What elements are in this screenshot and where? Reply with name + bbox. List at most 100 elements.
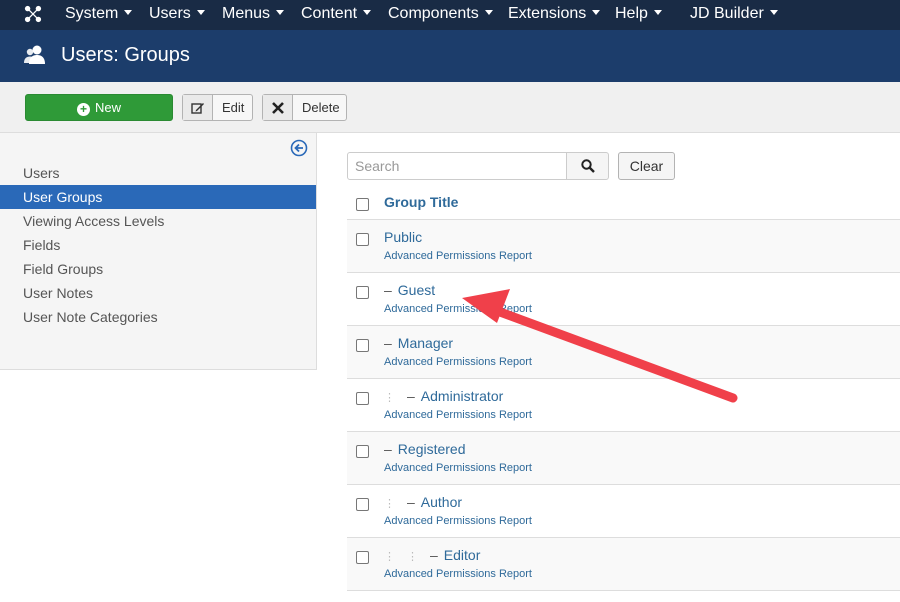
page-header: Users: Groups xyxy=(0,30,900,82)
page-title: Users: Groups xyxy=(61,44,190,66)
row-title: ⋮ – Administrator xyxy=(384,388,503,404)
menu-menus[interactable]: Menus xyxy=(222,0,285,30)
row-checkbox[interactable] xyxy=(356,551,369,564)
search-button[interactable] xyxy=(566,152,609,180)
caret-down-icon xyxy=(653,10,662,16)
caret-down-icon xyxy=(363,10,372,16)
new-button[interactable]: + New xyxy=(25,94,173,121)
caret-down-icon xyxy=(276,10,285,16)
edit-button[interactable]: Edit xyxy=(182,94,253,121)
caret-down-icon xyxy=(592,10,601,16)
search-input[interactable] xyxy=(347,152,567,180)
edit-button-label: Edit xyxy=(222,100,245,115)
permissions-report-link[interactable]: Advanced Permissions Report xyxy=(384,303,532,315)
menu-content[interactable]: Content xyxy=(301,0,372,30)
edit-icon xyxy=(183,95,213,120)
row-checkbox[interactable] xyxy=(356,392,369,405)
row-title: ⋮ ⋮ – Editor xyxy=(384,547,480,563)
group-link[interactable]: Guest xyxy=(398,282,435,298)
menu-jd-builder[interactable]: JD Builder xyxy=(690,0,778,30)
menu-users-label: Users xyxy=(149,5,191,22)
table-row: ⋮ – Author Advanced Permissions Report xyxy=(347,485,900,538)
permissions-report-link[interactable]: Advanced Permissions Report xyxy=(384,515,532,527)
caret-down-icon xyxy=(769,10,778,16)
top-menu-bar: System Users Menus Content Components Ex… xyxy=(0,0,900,30)
permissions-report-link[interactable]: Advanced Permissions Report xyxy=(384,409,532,421)
tree-indent-dots: ⋮ xyxy=(384,498,395,510)
table-row: ⋮ – Administrator Advanced Permissions Rep… xyxy=(347,379,900,432)
delete-button-label: Delete xyxy=(302,100,340,115)
row-title: – Registered xyxy=(384,441,466,457)
group-link[interactable]: Author xyxy=(421,494,462,510)
sidebar-item-viewing-access-levels[interactable]: Viewing Access Levels xyxy=(0,209,316,233)
menu-content-label: Content xyxy=(301,5,358,22)
menu-menus-label: Menus xyxy=(222,5,271,22)
menu-jd-builder-label: JD Builder xyxy=(690,5,764,22)
group-link[interactable]: Manager xyxy=(398,335,453,351)
tree-dash: – xyxy=(384,335,392,351)
caret-down-icon xyxy=(124,10,133,16)
collapse-sidebar-icon[interactable] xyxy=(290,139,308,157)
users-icon xyxy=(24,45,45,64)
tree-indent-dots: ⋮ xyxy=(384,392,395,404)
group-link[interactable]: Administrator xyxy=(421,388,503,404)
menu-extensions-label: Extensions xyxy=(508,5,587,22)
row-checkbox[interactable] xyxy=(356,339,369,352)
table-row: ⋮ ⋮ – Editor Advanced Permissions Report xyxy=(347,538,900,591)
permissions-report-link[interactable]: Advanced Permissions Report xyxy=(384,250,532,262)
sidebar-item-user-note-categories[interactable]: User Note Categories xyxy=(0,305,316,329)
permissions-report-link[interactable]: Advanced Permissions Report xyxy=(384,462,532,474)
menu-help-label: Help xyxy=(615,5,648,22)
caret-down-icon xyxy=(196,10,205,16)
tree-dash: – xyxy=(407,494,415,510)
caret-down-icon xyxy=(484,10,493,16)
sidebar-item-user-notes[interactable]: User Notes xyxy=(0,281,316,305)
tree-dash: – xyxy=(384,282,392,298)
table-row: – Manager Advanced Permissions Report xyxy=(347,326,900,379)
group-link[interactable]: Registered xyxy=(398,441,466,457)
tree-dash: – xyxy=(430,547,438,563)
sidebar-item-fields[interactable]: Fields xyxy=(0,233,316,257)
menu-users[interactable]: Users xyxy=(149,0,205,30)
menu-extensions[interactable]: Extensions xyxy=(508,0,601,30)
column-header-group-title[interactable]: Group Title xyxy=(384,194,458,210)
menu-system-label: System xyxy=(65,5,119,22)
table-row: Public Advanced Permissions Report xyxy=(347,220,900,273)
tree-dash: – xyxy=(407,388,415,404)
close-icon xyxy=(263,95,293,120)
table-row: – Guest Advanced Permissions Report xyxy=(347,273,900,326)
toolbar: + New Edit Delete xyxy=(0,82,900,133)
joomla-logo-icon[interactable] xyxy=(24,5,42,23)
group-link[interactable]: Public xyxy=(384,229,422,245)
tree-dash: – xyxy=(384,441,392,457)
plus-circle-icon: + xyxy=(76,103,90,116)
row-title: Public xyxy=(384,229,422,245)
select-all-checkbox[interactable] xyxy=(356,198,369,211)
sidebar-item-user-groups[interactable]: User Groups xyxy=(0,185,316,209)
menu-components-label: Components xyxy=(388,5,479,22)
row-title: ⋮ – Author xyxy=(384,494,462,510)
permissions-report-link[interactable]: Advanced Permissions Report xyxy=(384,568,532,580)
row-checkbox[interactable] xyxy=(356,286,369,299)
delete-button[interactable]: Delete xyxy=(262,94,347,121)
sidebar-item-users[interactable]: Users xyxy=(0,161,316,185)
new-button-label: New xyxy=(94,100,121,115)
row-title: – Guest xyxy=(384,282,435,298)
menu-help[interactable]: Help xyxy=(615,0,662,30)
menu-system[interactable]: System xyxy=(65,0,133,30)
permissions-report-link[interactable]: Advanced Permissions Report xyxy=(384,356,532,368)
sidebar-item-field-groups[interactable]: Field Groups xyxy=(0,257,316,281)
table-header: Group Title xyxy=(347,186,900,220)
row-checkbox[interactable] xyxy=(356,445,369,458)
tree-indent-dots: ⋮ xyxy=(384,551,395,563)
search-icon xyxy=(580,159,595,173)
clear-button[interactable]: Clear xyxy=(618,152,675,180)
row-checkbox[interactable] xyxy=(356,233,369,246)
table-row: – Registered Advanced Permissions Report xyxy=(347,432,900,485)
sidebar: Users User Groups Viewing Access Levels … xyxy=(0,133,317,370)
group-link[interactable]: Editor xyxy=(444,547,481,563)
tree-indent-dots: ⋮ xyxy=(407,551,418,563)
row-checkbox[interactable] xyxy=(356,498,369,511)
row-title: – Manager xyxy=(384,335,453,351)
menu-components[interactable]: Components xyxy=(388,0,493,30)
